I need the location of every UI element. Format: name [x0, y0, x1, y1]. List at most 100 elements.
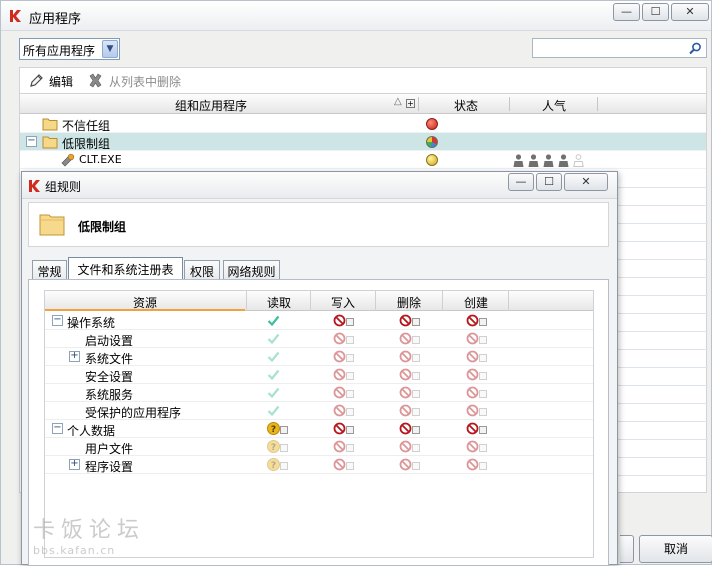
permission-deny-icon[interactable]: [399, 386, 412, 399]
status-mixed-icon: [426, 136, 438, 148]
permission-allow-icon[interactable]: [267, 386, 280, 399]
close-button[interactable]: ✕: [671, 3, 709, 21]
edit-button[interactable]: 编辑: [49, 73, 73, 90]
permission-allow-icon[interactable]: [267, 314, 280, 327]
tab-files-and-registry[interactable]: 文件和系统注册表: [68, 257, 183, 280]
maximize-button[interactable]: ☐: [642, 3, 669, 21]
permission-deny-icon[interactable]: [333, 368, 346, 381]
permission-deny-icon[interactable]: [466, 404, 479, 417]
table-row[interactable]: 不信任组: [20, 115, 706, 133]
watermark: 卡饭论坛 bbs.kafan.cn: [33, 512, 145, 557]
table-row[interactable]: 启动设置: [45, 330, 593, 348]
permission-deny-icon[interactable]: [399, 458, 412, 471]
permission-deny-icon[interactable]: [399, 404, 412, 417]
permission-deny-icon[interactable]: [466, 440, 479, 453]
search-icon[interactable]: [689, 42, 702, 55]
permission-deny-icon[interactable]: [466, 368, 479, 381]
minimize-button[interactable]: —: [613, 3, 640, 21]
table-row[interactable]: 用户文件?: [45, 438, 593, 456]
permission-allow-icon[interactable]: [267, 350, 280, 363]
window-titlebar[interactable]: 应用程序 — ☐ ✕: [1, 1, 711, 31]
row-divider: [615, 349, 708, 350]
column-group-and-app[interactable]: 组和应用程序: [175, 97, 247, 114]
log-event-icon: [479, 408, 487, 416]
sort-indicator-icon[interactable]: △: [394, 96, 402, 107]
collapse-icon[interactable]: −: [52, 423, 63, 434]
dialog-minimize-button[interactable]: —: [508, 173, 534, 191]
dialog-titlebar[interactable]: 组规则 — ☐ ✕: [22, 172, 617, 199]
permission-allow-icon[interactable]: [267, 404, 280, 417]
permission-deny-icon[interactable]: [333, 458, 346, 471]
column-popularity[interactable]: 人气: [542, 97, 566, 114]
kaspersky-logo-icon: [29, 180, 40, 192]
tab-network-rules[interactable]: 网络规则: [223, 260, 280, 279]
svg-text:?: ?: [271, 461, 276, 471]
permission-deny-icon[interactable]: [399, 368, 412, 381]
permission-deny-icon[interactable]: [466, 332, 479, 345]
search-field[interactable]: [532, 38, 707, 58]
column-read[interactable]: 读取: [267, 294, 291, 311]
header-divider: [310, 291, 311, 311]
permission-deny-icon[interactable]: [333, 332, 346, 345]
watermark-title: 卡饭论坛: [33, 518, 146, 543]
table-row[interactable]: − 操作系统: [45, 312, 593, 330]
permission-deny-icon[interactable]: [333, 422, 346, 435]
collapse-icon[interactable]: −: [52, 315, 63, 326]
cancel-button[interactable]: 取消: [639, 535, 712, 563]
table-row[interactable]: 安全设置: [45, 366, 593, 384]
column-resource[interactable]: 资源: [133, 294, 157, 311]
permission-deny-icon[interactable]: [399, 440, 412, 453]
row-divider: [615, 331, 708, 332]
permission-deny-icon[interactable]: [466, 350, 479, 363]
permission-deny-icon[interactable]: [333, 404, 346, 417]
column-write[interactable]: 写入: [331, 294, 355, 311]
dialog-maximize-button[interactable]: ☐: [536, 173, 562, 191]
table-row[interactable]: − 个人数据?: [45, 420, 593, 438]
log-event-icon: [346, 408, 354, 416]
table-row[interactable]: + 系统文件: [45, 348, 593, 366]
collapse-icon[interactable]: −: [26, 136, 37, 147]
tab-general[interactable]: 常规: [32, 260, 67, 279]
permission-deny-icon[interactable]: [466, 314, 479, 327]
log-event-icon: [346, 390, 354, 398]
permission-deny-icon[interactable]: [333, 350, 346, 363]
tab-permissions[interactable]: 权限: [184, 260, 220, 279]
table-row[interactable]: 受保护的应用程序: [45, 402, 593, 420]
remove-from-list-button[interactable]: 从列表中删除: [109, 73, 181, 90]
permission-deny-icon[interactable]: [399, 422, 412, 435]
table-row[interactable]: 系统服务: [45, 384, 593, 402]
permission-deny-icon[interactable]: [333, 440, 346, 453]
permission-deny-icon[interactable]: [466, 422, 479, 435]
permission-allow-icon[interactable]: [267, 368, 280, 381]
table-row[interactable]: CLT.EXE: [20, 151, 706, 169]
column-status[interactable]: 状态: [454, 97, 478, 114]
permission-allow-icon[interactable]: [267, 332, 280, 345]
dialog-close-button[interactable]: ✕: [564, 173, 608, 191]
permission-deny-icon[interactable]: [399, 332, 412, 345]
app-filter-dropdown[interactable]: 所有应用程序 ▼: [19, 38, 120, 60]
table-row[interactable]: − 低限制组: [20, 133, 706, 151]
permission-ask-icon[interactable]: ?: [267, 458, 280, 471]
search-input[interactable]: [536, 40, 686, 57]
watermark-url: bbs.kafan.cn: [33, 544, 116, 557]
permission-deny-icon[interactable]: [333, 386, 346, 399]
chevron-down-icon[interactable]: ▼: [102, 40, 118, 58]
ok-button-edge[interactable]: [620, 535, 634, 563]
column-delete[interactable]: 删除: [397, 294, 421, 311]
column-create[interactable]: 创建: [464, 294, 488, 311]
log-event-icon: [479, 444, 487, 452]
permission-deny-icon[interactable]: [333, 314, 346, 327]
permission-deny-icon[interactable]: [399, 314, 412, 327]
log-event-icon: [346, 372, 354, 380]
permission-deny-icon[interactable]: [466, 458, 479, 471]
permission-deny-icon[interactable]: [399, 350, 412, 363]
permission-ask-icon[interactable]: ?: [267, 422, 280, 435]
expand-icon[interactable]: +: [69, 459, 80, 470]
expand-icon[interactable]: +: [69, 351, 80, 362]
row-divider: [615, 313, 708, 314]
folder-icon: [39, 214, 65, 236]
column-chooser-icon[interactable]: +: [406, 99, 415, 108]
permission-ask-icon[interactable]: ?: [267, 440, 280, 453]
table-row[interactable]: + 程序设置?: [45, 456, 593, 474]
permission-deny-icon[interactable]: [466, 386, 479, 399]
